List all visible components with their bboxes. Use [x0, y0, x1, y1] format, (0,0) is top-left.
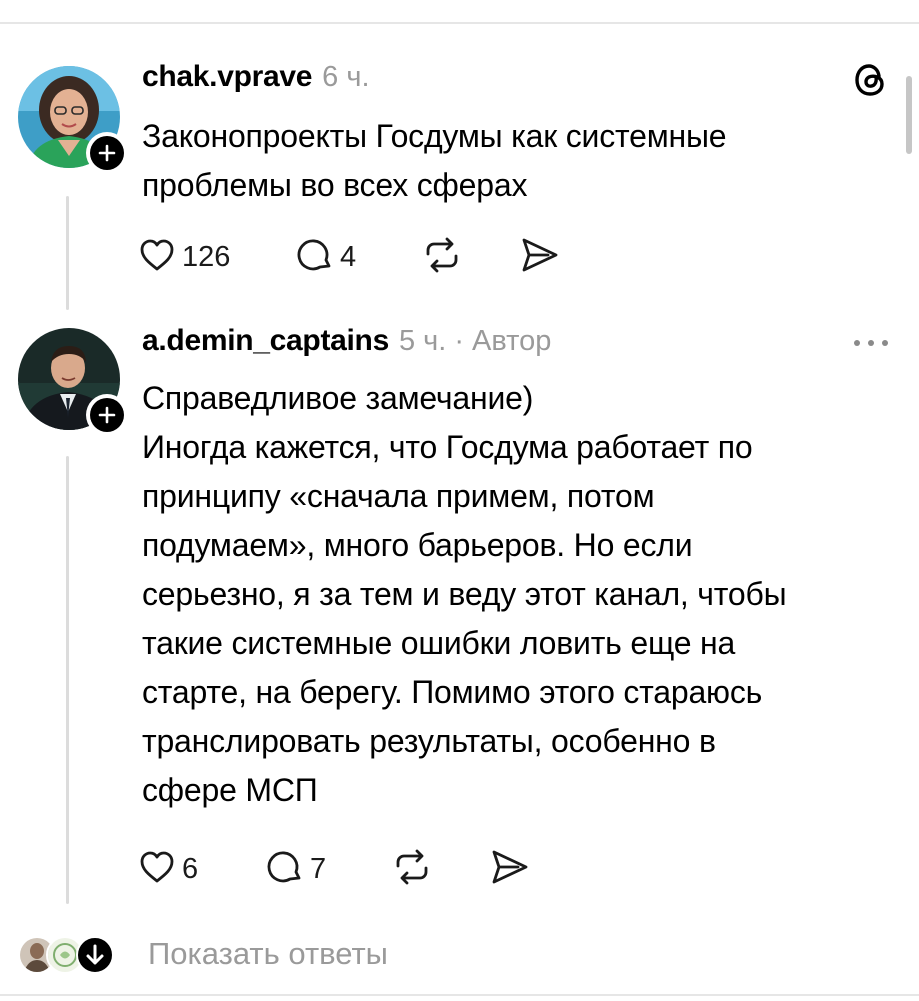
plus-icon	[90, 136, 124, 170]
show-replies-label: Показать ответы	[148, 936, 388, 971]
send-icon	[488, 848, 530, 891]
text-line: такие системные ошибки ловить еще на	[142, 625, 736, 661]
heart-icon	[138, 849, 176, 890]
reply-button[interactable]: 7	[266, 844, 392, 894]
like-count: 6	[182, 852, 199, 885]
top-divider	[0, 22, 919, 24]
text-line: старте, на берегу. Помимо этого стараюсь	[142, 674, 763, 710]
timestamp: 6 ч.	[322, 61, 370, 93]
post-header: a.demin_captains 5 ч. · Автор	[142, 324, 551, 364]
repost-icon	[422, 236, 462, 279]
scrollbar[interactable]	[906, 76, 912, 154]
share-button[interactable]	[518, 232, 560, 282]
text-line: серьезно, я за тем и веду этот канал, чт…	[142, 576, 787, 612]
repost-button[interactable]	[422, 232, 518, 282]
post-actions: 6 7	[138, 844, 530, 894]
avatar-chak-vprave[interactable]	[18, 66, 128, 174]
comment-icon	[266, 848, 304, 891]
post-actions: 126 4	[138, 232, 560, 282]
text-line: проблемы во всех сферах	[142, 167, 528, 203]
follow-button[interactable]	[86, 394, 128, 436]
send-icon	[518, 236, 560, 279]
like-button[interactable]: 6	[138, 844, 266, 894]
timestamp: 5 ч.	[398, 325, 447, 357]
text-line: сфере МСП	[142, 772, 318, 808]
reply-count: 7	[310, 852, 327, 885]
like-button[interactable]: 126	[138, 232, 296, 282]
repost-button[interactable]	[392, 844, 488, 894]
author-tag: · Автор	[454, 325, 552, 357]
heart-icon	[138, 237, 176, 278]
show-replies-button[interactable]: Показать ответы	[18, 930, 438, 980]
username[interactable]: a.demin_captains	[142, 324, 389, 358]
like-count: 126	[182, 240, 231, 273]
reply-count: 4	[340, 240, 357, 273]
post-text: Справедливое замечание) Иногда кажется, …	[142, 374, 787, 815]
text-line: Иногда кажется, что Госдума работает по	[142, 429, 753, 465]
arrow-down-icon	[76, 936, 114, 974]
post-text: Законопроекты Госдумы как системные проб…	[142, 112, 727, 210]
thread-line	[66, 456, 69, 904]
text-line: подумаем», много барьеров. Но если	[142, 527, 693, 563]
threads-logo-icon[interactable]	[852, 60, 888, 105]
follow-button[interactable]	[86, 132, 128, 174]
avatar-a-demin-captains[interactable]	[18, 328, 128, 436]
reply-button[interactable]: 4	[296, 232, 422, 282]
plus-icon	[90, 398, 124, 432]
username[interactable]: chak.vprave	[142, 60, 312, 94]
bottom-divider	[0, 994, 919, 996]
post-header: chak.vprave 6 ч.	[142, 60, 370, 100]
share-button[interactable]	[488, 844, 530, 894]
text-line: Законопроекты Госдумы как системные	[142, 118, 727, 154]
text-line: Справедливое замечание)	[142, 380, 534, 416]
comment-icon	[296, 236, 334, 279]
text-line: принципу «сначала примем, потом	[142, 478, 655, 514]
repost-icon	[392, 848, 432, 891]
thread-line	[66, 196, 69, 310]
text-line: транслировать результаты, особенно в	[142, 723, 716, 759]
more-dots-icon[interactable]	[849, 331, 893, 360]
